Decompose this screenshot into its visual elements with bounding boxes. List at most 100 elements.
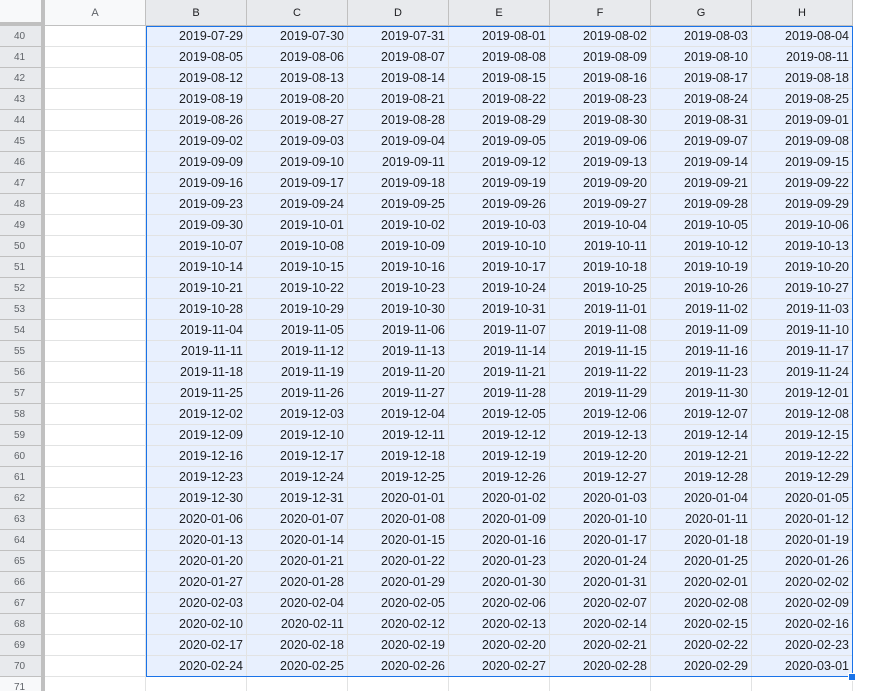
row-header[interactable]: 48 bbox=[0, 194, 45, 215]
cell-d59[interactable]: 2019-12-11 bbox=[348, 425, 449, 446]
cell-a47[interactable] bbox=[45, 173, 146, 194]
row-header[interactable]: 69 bbox=[0, 635, 45, 656]
cell-b68[interactable]: 2020-02-10 bbox=[146, 614, 247, 635]
cell-g70[interactable]: 2020-02-29 bbox=[651, 656, 752, 677]
cell-e48[interactable]: 2019-09-26 bbox=[449, 194, 550, 215]
cell-c47[interactable]: 2019-09-17 bbox=[247, 173, 348, 194]
column-header-d[interactable]: D bbox=[348, 0, 449, 26]
row-header[interactable]: 63 bbox=[0, 509, 45, 530]
cell-a62[interactable] bbox=[45, 488, 146, 509]
row-header[interactable]: 68 bbox=[0, 614, 45, 635]
cell-b55[interactable]: 2019-11-11 bbox=[146, 341, 247, 362]
cell-a65[interactable] bbox=[45, 551, 146, 572]
cell-b69[interactable]: 2020-02-17 bbox=[146, 635, 247, 656]
row-header[interactable]: 59 bbox=[0, 425, 45, 446]
cell-c57[interactable]: 2019-11-26 bbox=[247, 383, 348, 404]
cell-e52[interactable]: 2019-10-24 bbox=[449, 278, 550, 299]
cell-g56[interactable]: 2019-11-23 bbox=[651, 362, 752, 383]
cell-f55[interactable]: 2019-11-15 bbox=[550, 341, 651, 362]
cell-h65[interactable]: 2020-01-26 bbox=[752, 551, 853, 572]
cell-a60[interactable] bbox=[45, 446, 146, 467]
cell-g60[interactable]: 2019-12-21 bbox=[651, 446, 752, 467]
cell-e50[interactable]: 2019-10-10 bbox=[449, 236, 550, 257]
cell-h47[interactable]: 2019-09-22 bbox=[752, 173, 853, 194]
cell-f42[interactable]: 2019-08-16 bbox=[550, 68, 651, 89]
cell-b65[interactable]: 2020-01-20 bbox=[146, 551, 247, 572]
cell-a44[interactable] bbox=[45, 110, 146, 131]
row-header[interactable]: 43 bbox=[0, 89, 45, 110]
cell-h54[interactable]: 2019-11-10 bbox=[752, 320, 853, 341]
cell-d50[interactable]: 2019-10-09 bbox=[348, 236, 449, 257]
cell-e49[interactable]: 2019-10-03 bbox=[449, 215, 550, 236]
cell-g50[interactable]: 2019-10-12 bbox=[651, 236, 752, 257]
cell-a58[interactable] bbox=[45, 404, 146, 425]
cell-g64[interactable]: 2020-01-18 bbox=[651, 530, 752, 551]
cell-c70[interactable]: 2020-02-25 bbox=[247, 656, 348, 677]
cell-a49[interactable] bbox=[45, 215, 146, 236]
cell-f47[interactable]: 2019-09-20 bbox=[550, 173, 651, 194]
cell-d57[interactable]: 2019-11-27 bbox=[348, 383, 449, 404]
cell-h57[interactable]: 2019-12-01 bbox=[752, 383, 853, 404]
cell-b71[interactable] bbox=[146, 677, 247, 691]
cell-b45[interactable]: 2019-09-02 bbox=[146, 131, 247, 152]
cell-g59[interactable]: 2019-12-14 bbox=[651, 425, 752, 446]
cell-h49[interactable]: 2019-10-06 bbox=[752, 215, 853, 236]
cell-a69[interactable] bbox=[45, 635, 146, 656]
cell-b40[interactable]: 2019-07-29 bbox=[146, 26, 247, 47]
cell-h42[interactable]: 2019-08-18 bbox=[752, 68, 853, 89]
cell-g52[interactable]: 2019-10-26 bbox=[651, 278, 752, 299]
cell-b54[interactable]: 2019-11-04 bbox=[146, 320, 247, 341]
cell-c44[interactable]: 2019-08-27 bbox=[247, 110, 348, 131]
column-header-f[interactable]: F bbox=[550, 0, 651, 26]
cell-d62[interactable]: 2020-01-01 bbox=[348, 488, 449, 509]
row-header[interactable]: 62 bbox=[0, 488, 45, 509]
cell-h44[interactable]: 2019-09-01 bbox=[752, 110, 853, 131]
cell-c43[interactable]: 2019-08-20 bbox=[247, 89, 348, 110]
cell-c61[interactable]: 2019-12-24 bbox=[247, 467, 348, 488]
row-header[interactable]: 57 bbox=[0, 383, 45, 404]
cell-a46[interactable] bbox=[45, 152, 146, 173]
cell-e44[interactable]: 2019-08-29 bbox=[449, 110, 550, 131]
row-header[interactable]: 40 bbox=[0, 26, 45, 47]
cell-g57[interactable]: 2019-11-30 bbox=[651, 383, 752, 404]
cell-e55[interactable]: 2019-11-14 bbox=[449, 341, 550, 362]
cell-g61[interactable]: 2019-12-28 bbox=[651, 467, 752, 488]
cell-b43[interactable]: 2019-08-19 bbox=[146, 89, 247, 110]
cell-f61[interactable]: 2019-12-27 bbox=[550, 467, 651, 488]
cell-a52[interactable] bbox=[45, 278, 146, 299]
cell-c64[interactable]: 2020-01-14 bbox=[247, 530, 348, 551]
row-header[interactable]: 60 bbox=[0, 446, 45, 467]
cell-c53[interactable]: 2019-10-29 bbox=[247, 299, 348, 320]
cell-e63[interactable]: 2020-01-09 bbox=[449, 509, 550, 530]
cell-g55[interactable]: 2019-11-16 bbox=[651, 341, 752, 362]
cell-b60[interactable]: 2019-12-16 bbox=[146, 446, 247, 467]
cell-f43[interactable]: 2019-08-23 bbox=[550, 89, 651, 110]
row-header[interactable]: 55 bbox=[0, 341, 45, 362]
cell-a59[interactable] bbox=[45, 425, 146, 446]
cell-d70[interactable]: 2020-02-26 bbox=[348, 656, 449, 677]
cell-e65[interactable]: 2020-01-23 bbox=[449, 551, 550, 572]
cell-a45[interactable] bbox=[45, 131, 146, 152]
cell-c48[interactable]: 2019-09-24 bbox=[247, 194, 348, 215]
cell-c51[interactable]: 2019-10-15 bbox=[247, 257, 348, 278]
cell-c62[interactable]: 2019-12-31 bbox=[247, 488, 348, 509]
row-header[interactable]: 45 bbox=[0, 131, 45, 152]
cell-f49[interactable]: 2019-10-04 bbox=[550, 215, 651, 236]
cell-f70[interactable]: 2020-02-28 bbox=[550, 656, 651, 677]
cell-d71[interactable] bbox=[348, 677, 449, 691]
cell-h64[interactable]: 2020-01-19 bbox=[752, 530, 853, 551]
cell-b70[interactable]: 2020-02-24 bbox=[146, 656, 247, 677]
cell-e59[interactable]: 2019-12-12 bbox=[449, 425, 550, 446]
cell-h52[interactable]: 2019-10-27 bbox=[752, 278, 853, 299]
cell-a57[interactable] bbox=[45, 383, 146, 404]
cell-d43[interactable]: 2019-08-21 bbox=[348, 89, 449, 110]
cell-f50[interactable]: 2019-10-11 bbox=[550, 236, 651, 257]
cell-e45[interactable]: 2019-09-05 bbox=[449, 131, 550, 152]
cell-c68[interactable]: 2020-02-11 bbox=[247, 614, 348, 635]
cell-f45[interactable]: 2019-09-06 bbox=[550, 131, 651, 152]
cell-h71[interactable] bbox=[752, 677, 853, 691]
cell-e67[interactable]: 2020-02-06 bbox=[449, 593, 550, 614]
cell-d68[interactable]: 2020-02-12 bbox=[348, 614, 449, 635]
cell-d40[interactable]: 2019-07-31 bbox=[348, 26, 449, 47]
cell-b59[interactable]: 2019-12-09 bbox=[146, 425, 247, 446]
